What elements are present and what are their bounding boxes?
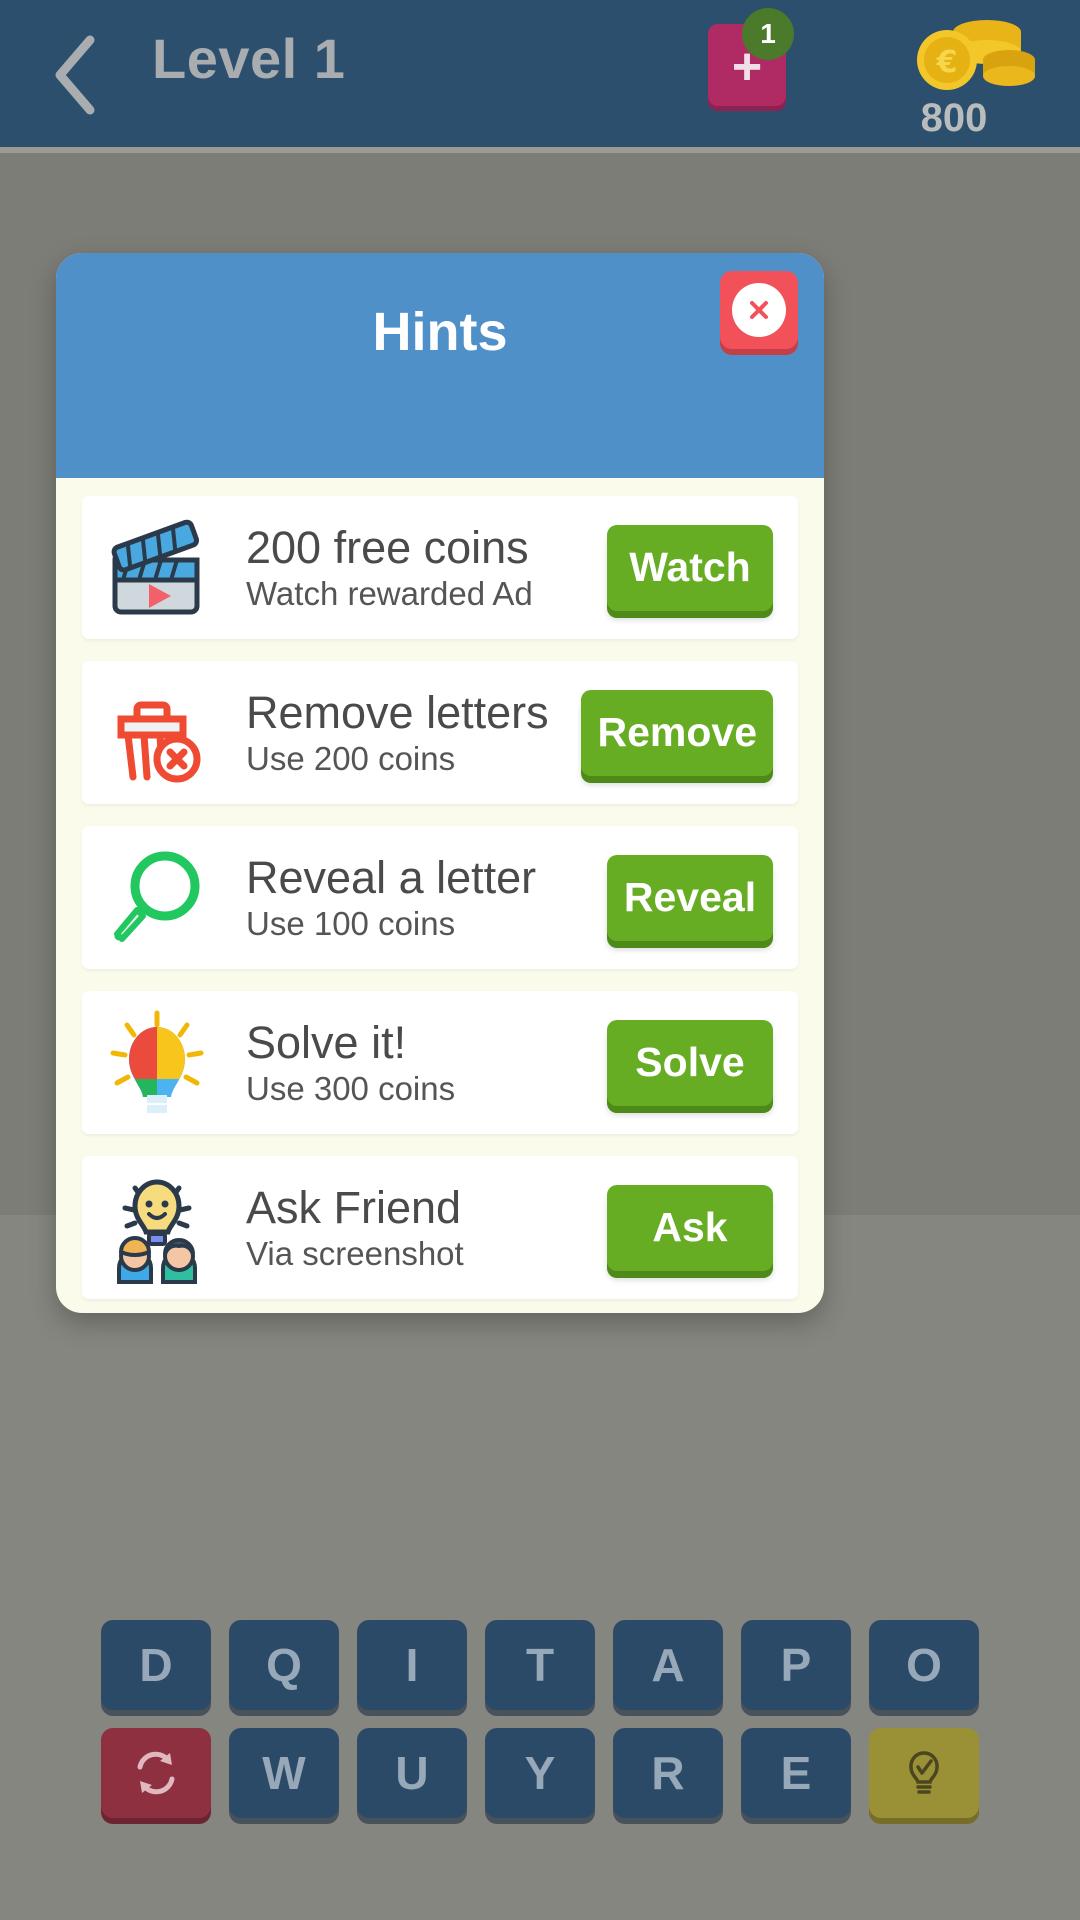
lightbulb-hint-icon [909,1751,939,1794]
hint-icon-wrap [82,496,232,639]
hint-subtitle: Use 300 coins [246,1069,456,1107]
hint-row[interactable]: Ask Friend Via screenshot Ask [82,1156,798,1299]
hints-dialog-title: Hints [372,302,508,362]
key-letter[interactable]: D [101,1620,211,1710]
hint-row[interactable]: 200 free coins Watch rewarded Ad Watch [82,496,798,639]
close-x-icon [750,301,768,319]
hint-text-block: Remove letters Use 200 coins [232,686,581,777]
key-lightbulb-hint[interactable] [869,1728,979,1818]
key-letter[interactable]: P [741,1620,851,1710]
add-coins-badge: 1 [742,8,794,60]
magnifier-search-icon [114,851,200,942]
hint-subtitle: Via screenshot [246,1234,464,1272]
hint-title: Ask Friend [246,1181,462,1233]
header-divider [0,147,1080,153]
hint-icon-wrap [82,826,232,969]
close-button-circle [732,283,786,337]
hint-action-button[interactable]: Solve [607,1019,773,1106]
hint-action-button[interactable]: Reveal [607,854,773,941]
key-letter[interactable]: I [357,1620,467,1710]
hint-text-block: Ask Friend Via screenshot [232,1181,607,1272]
key-letter[interactable]: A [613,1620,723,1710]
hint-title: Solve it! [246,1016,407,1068]
key-letter[interactable]: U [357,1728,467,1818]
hint-text-block: 200 free coins Watch rewarded Ad [232,521,607,612]
hint-icon-wrap [82,991,232,1134]
clapperboard-video-icon [111,519,200,614]
key-letter[interactable]: Q [229,1620,339,1710]
hint-title: 200 free coins [246,521,529,573]
hints-list: 200 free coins Watch rewarded Ad Watch Rem… [56,478,824,1313]
hint-row[interactable]: Remove letters Use 200 coins Remove [82,661,798,804]
hint-row[interactable]: Solve it! Use 300 coins Solve [82,991,798,1134]
coin-stack-icon: € [917,20,1035,90]
hint-title: Remove letters [246,686,549,738]
coin-count-label: 800 [920,96,988,140]
key-letter[interactable]: T [485,1620,595,1710]
key-letter[interactable]: W [229,1728,339,1818]
hint-title: Reveal a letter [246,851,537,903]
game-screen: DQITAPO WUYRE Level 1 + 1 € 800 Hints 20… [0,0,1080,1920]
hint-row[interactable]: Reveal a letter Use 100 coins Reveal [82,826,798,969]
shuffle-refresh-icon [137,1751,175,1795]
hint-action-button[interactable]: Watch [607,524,773,611]
hint-icon-wrap [82,1156,232,1299]
hint-text-block: Reveal a letter Use 100 coins [232,851,607,942]
key-shuffle-refresh[interactable] [101,1728,211,1818]
key-letter[interactable]: R [613,1728,723,1818]
keyboard-row-1: DQITAPO [0,1620,1080,1710]
hint-icon-wrap [82,661,232,804]
hint-subtitle: Watch rewarded Ad [246,574,533,612]
keyboard-row-2: WUYRE [0,1728,1080,1818]
hint-text-block: Solve it! Use 300 coins [232,1016,607,1107]
hint-action-button[interactable]: Remove [581,689,773,776]
close-dialog-button[interactable] [720,271,798,349]
svg-text:€: € [936,45,958,80]
key-letter[interactable]: Y [485,1728,595,1818]
letter-keyboard: DQITAPO WUYRE [0,1620,1080,1920]
hints-dialog: Hints 200 free coins Watch rewarded Ad W… [56,253,824,1313]
coin-balance[interactable]: € 800 [864,10,1044,140]
top-header-bar: Level 1 + 1 € 800 [0,0,1080,153]
hint-subtitle: Use 100 coins [246,904,456,942]
back-button[interactable] [46,30,106,120]
puzzle-lightbulb-icon [110,1010,204,1113]
hint-subtitle: Use 200 coins [246,739,456,777]
hints-dialog-header: Hints [56,253,824,478]
friends-idea-icon [117,1178,197,1284]
key-letter[interactable]: E [741,1728,851,1818]
hint-action-button[interactable]: Ask [607,1184,773,1271]
trash-delete-icon [117,701,201,782]
chevron-left-icon [55,35,95,115]
page-title: Level 1 [152,27,346,90]
key-letter[interactable]: O [869,1620,979,1710]
